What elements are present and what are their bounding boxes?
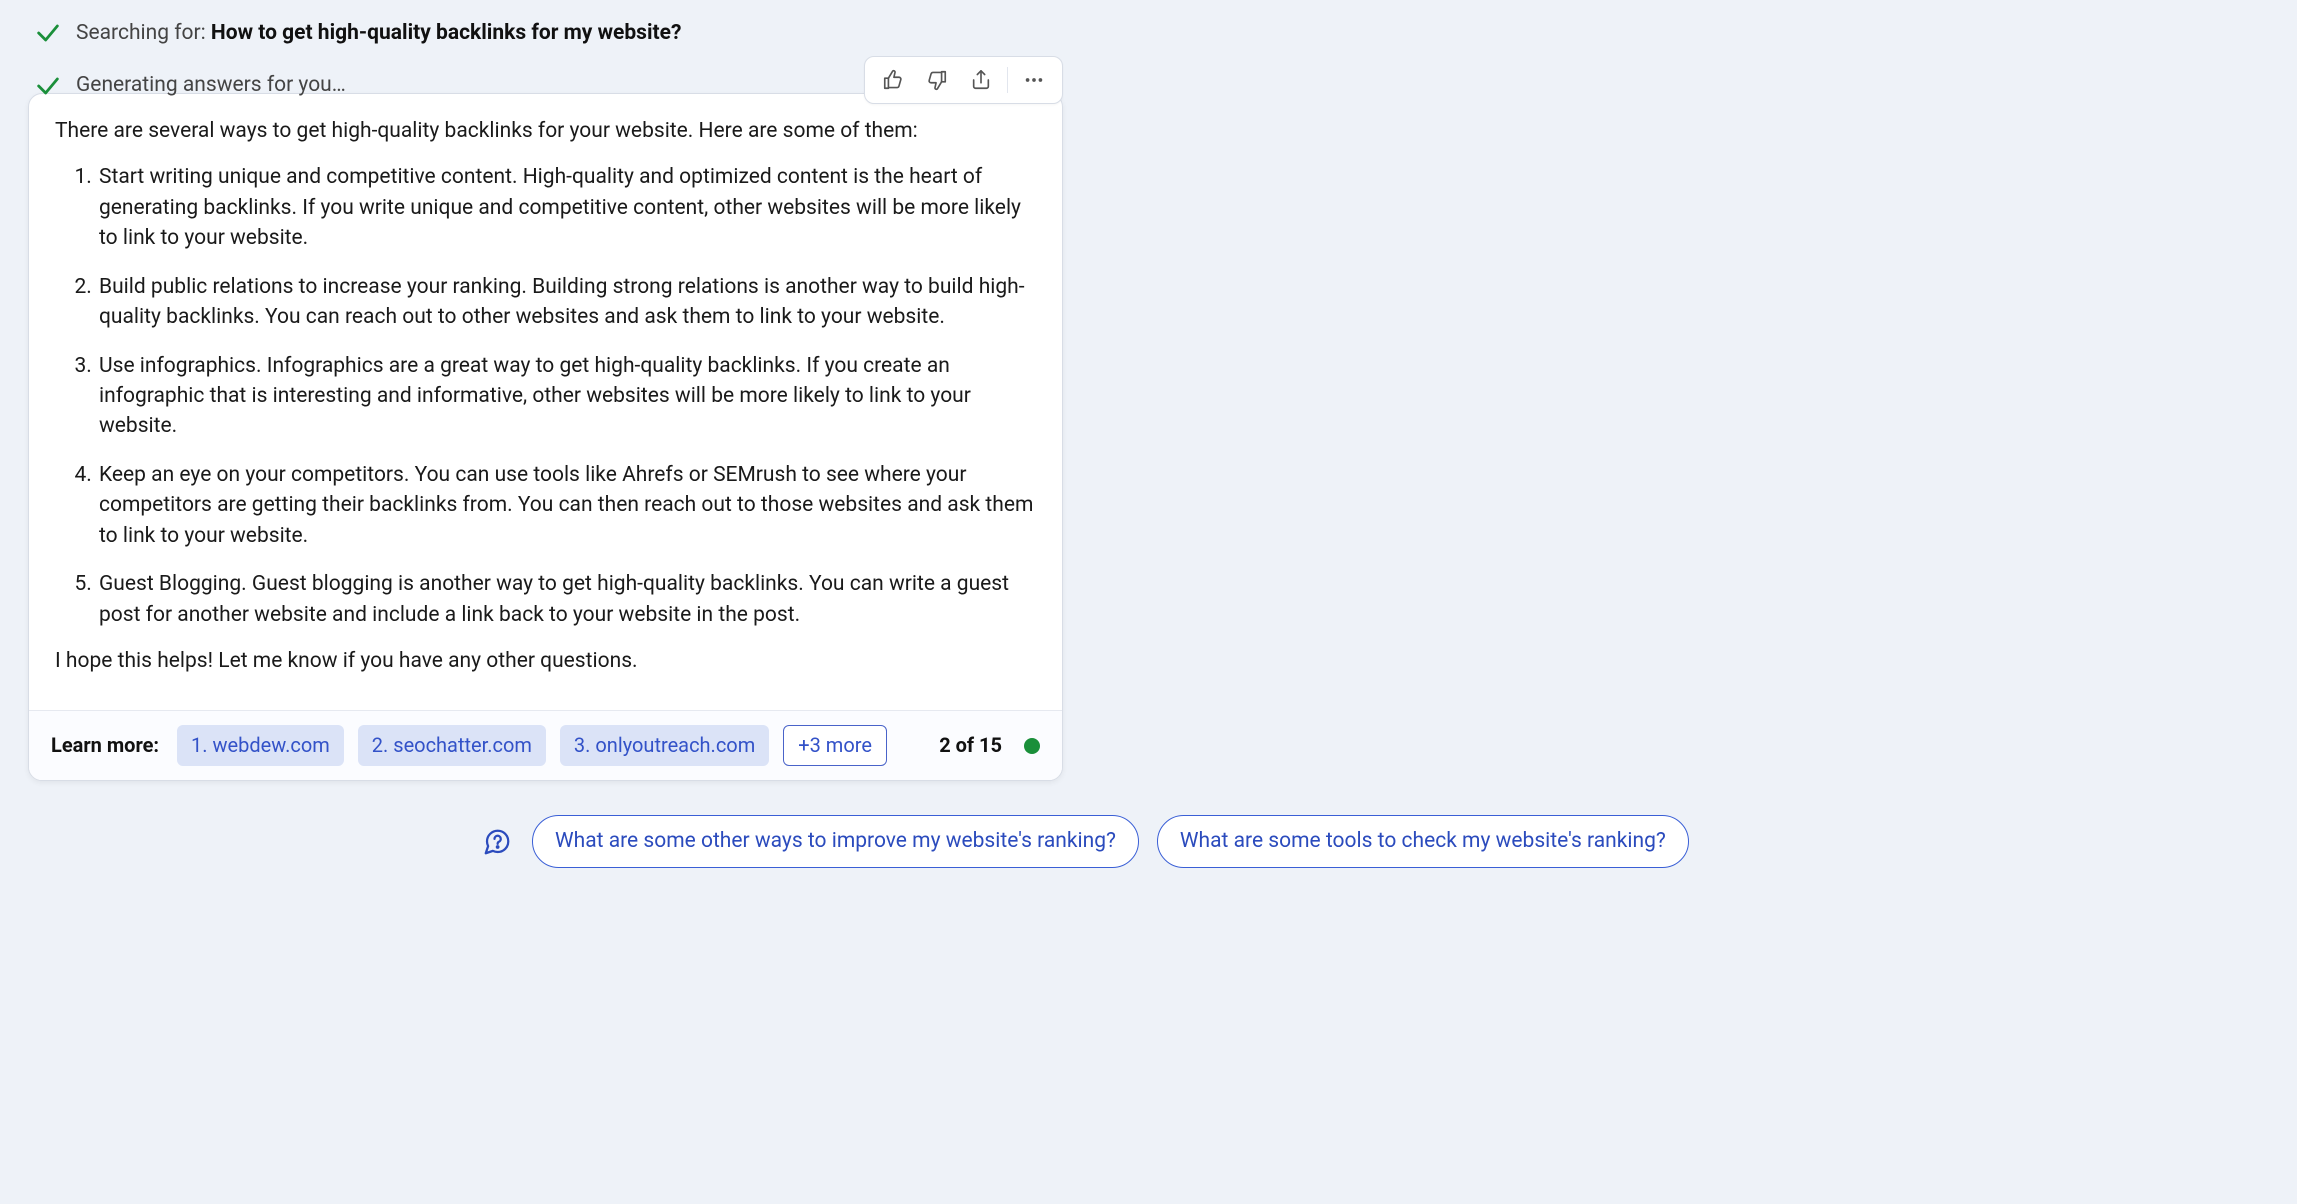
status-generating-text: Generating answers for you… bbox=[76, 70, 346, 100]
share-button[interactable] bbox=[961, 63, 1001, 97]
learn-more-label: Learn more: bbox=[51, 731, 159, 760]
source-chip[interactable]: 3. onlyoutreach.com bbox=[560, 725, 769, 766]
answer-list: Start writing unique and competitive con… bbox=[55, 162, 1036, 630]
status-searching-row: Searching for: How to get high-quality b… bbox=[28, 18, 2269, 48]
searching-label: Searching for: bbox=[76, 21, 206, 45]
answer-intro: There are several ways to get high-quali… bbox=[55, 116, 1036, 146]
more-button[interactable] bbox=[1014, 63, 1054, 97]
question-icon bbox=[480, 825, 514, 859]
answer-item: Keep an eye on your competitors. You can… bbox=[97, 460, 1036, 551]
answer-body: There are several ways to get high-quali… bbox=[29, 94, 1062, 711]
more-sources-chip[interactable]: +3 more bbox=[783, 725, 887, 766]
answer-item: Guest Blogging. Guest blogging is anothe… bbox=[97, 569, 1036, 630]
response-counter: 2 of 15 bbox=[939, 731, 1002, 760]
suggestions-row: What are some other ways to improve my w… bbox=[28, 815, 2269, 867]
check-icon bbox=[34, 72, 62, 100]
suggestion-chip[interactable]: What are some other ways to improve my w… bbox=[532, 815, 1139, 867]
status-searching-text: Searching for: How to get high-quality b… bbox=[76, 18, 681, 48]
dislike-button[interactable] bbox=[917, 63, 957, 97]
check-icon bbox=[34, 19, 62, 47]
answer-item: Use infographics. Infographics are a gre… bbox=[97, 351, 1036, 442]
suggestion-chip[interactable]: What are some tools to check my website'… bbox=[1157, 815, 1689, 867]
answer-footer: Learn more: 1. webdew.com 2. seochatter.… bbox=[29, 710, 1062, 780]
feedback-toolbar bbox=[864, 56, 1063, 104]
searching-query: How to get high-quality backlinks for my… bbox=[211, 21, 682, 45]
source-chip[interactable]: 1. webdew.com bbox=[177, 725, 344, 766]
status-generating-row: Generating answers for you… bbox=[28, 70, 2269, 100]
answer-item: Start writing unique and competitive con… bbox=[97, 162, 1036, 253]
answer-outro: I hope this helps! Let me know if you ha… bbox=[55, 646, 1036, 676]
source-chip[interactable]: 2. seochatter.com bbox=[358, 725, 546, 766]
like-button[interactable] bbox=[873, 63, 913, 97]
answer-item: Build public relations to increase your … bbox=[97, 272, 1036, 333]
status-dot-icon bbox=[1024, 738, 1040, 754]
answer-card: There are several ways to get high-quali… bbox=[28, 93, 1063, 782]
toolbar-divider bbox=[1007, 67, 1008, 93]
